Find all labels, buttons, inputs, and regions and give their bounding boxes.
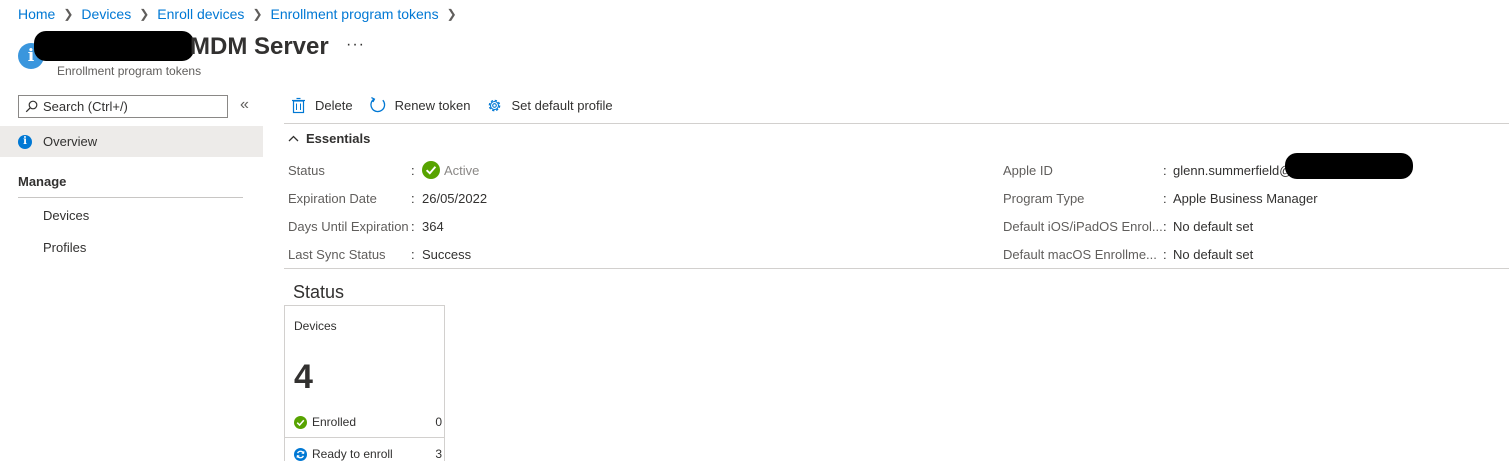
chevron-up-icon [288,135,299,142]
field-label: Program Type [1003,191,1085,206]
chevron-right-icon: ❯ [252,7,263,21]
field-label: Status [288,163,325,178]
status-heading: Status [293,282,345,302]
delete-button[interactable]: Delete [290,97,353,114]
gear-icon [489,99,501,111]
field-colon: : [1163,247,1167,262]
tile-count: 4 [294,358,313,396]
check-circle-icon [422,161,440,179]
delete-label: Delete [315,97,353,113]
essentials-toggle[interactable]: Essentials [288,131,370,146]
trash-icon [292,97,305,113]
field-value: 26/05/2022 [422,191,488,206]
tile-row-label: Enrolled [312,415,357,429]
devices-status-tile[interactable]: Devices 4 Enrolled 0 Ready to enroll 3 [284,305,445,461]
tile-row-enrolled: Enrolled 0 [294,415,442,429]
field-label: Default macOS Enrollme... [1003,247,1157,262]
field-label: Default iOS/iPadOS Enrol... [1003,219,1163,234]
breadcrumb-enroll-devices[interactable]: Enroll devices [157,6,244,22]
set-default-profile-label: Set default profile [511,97,613,113]
refresh-icon [369,97,385,113]
toolbar-divider [284,123,1509,124]
tile-row-label: Ready to enroll [312,447,393,461]
sync-icon [294,447,307,461]
status-value: Active [444,162,480,178]
sidebar-section-manage: Manage [18,174,67,189]
sidebar-item-label: Overview [43,134,98,149]
field-value-status: Active [422,161,479,179]
field-colon: : [411,191,415,206]
breadcrumb: Home ❯ Devices ❯ Enroll devices ❯ Enroll… [18,6,465,22]
field-value-apple-id: glenn.summerfield@ [1173,163,1293,178]
renew-token-button[interactable]: Renew token [369,96,471,114]
sidebar-divider [18,197,243,198]
breadcrumb-enrollment-program-tokens[interactable]: Enrollment program tokens [271,6,439,22]
check-circle-icon [294,415,307,429]
tile-title: Devices [294,319,337,333]
sidebar-item-profiles[interactable]: Profiles [43,240,86,255]
breadcrumb-devices[interactable]: Devices [81,6,131,22]
essentials-label: Essentials [306,131,371,146]
field-value: No default set [1173,247,1254,262]
chevron-right-icon: ❯ [63,7,74,21]
field-value: 364 [422,219,444,234]
field-value: Success [422,247,472,262]
search-box [18,95,228,118]
page-title: MDM Server [190,33,329,60]
chevron-right-icon: ❯ [446,7,457,21]
field-colon: : [1163,163,1167,178]
chevron-right-icon: ❯ [139,7,150,21]
field-colon: : [411,219,415,234]
sidebar-item-overview[interactable]: i Overview [0,126,263,157]
field-label: Expiration Date [288,191,377,206]
renew-token-label: Renew token [394,97,471,113]
search-input[interactable] [43,99,223,114]
field-colon: : [411,163,415,178]
field-label: Apple ID [1003,163,1053,178]
tile-row-value: 0 [435,415,442,429]
field-colon: : [411,247,415,262]
field-value: No default set [1173,219,1254,234]
tile-row-ready: Ready to enroll 3 [294,447,442,461]
search-icon [25,100,38,113]
collapse-sidebar-button[interactable]: « [240,96,249,114]
field-colon: : [1163,219,1167,234]
field-label: Last Sync Status [288,247,386,262]
command-bar: Delete Renew token Set default profile [290,96,629,114]
page-subtitle: Enrollment program tokens [57,64,202,78]
redaction-mark [34,31,194,61]
tile-row-value: 3 [435,447,442,461]
breadcrumb-home[interactable]: Home [18,6,55,22]
essentials-divider [284,268,1509,269]
more-options-button[interactable]: ··· [346,36,365,54]
tile-divider [285,437,444,438]
field-colon: : [1163,191,1167,206]
set-default-profile-button[interactable]: Set default profile [486,97,613,114]
field-value: Apple Business Manager [1173,191,1318,206]
field-label: Days Until Expiration [288,219,409,234]
sidebar-item-devices[interactable]: Devices [43,208,89,223]
info-icon: i [18,134,32,149]
redaction-mark [1285,153,1413,179]
